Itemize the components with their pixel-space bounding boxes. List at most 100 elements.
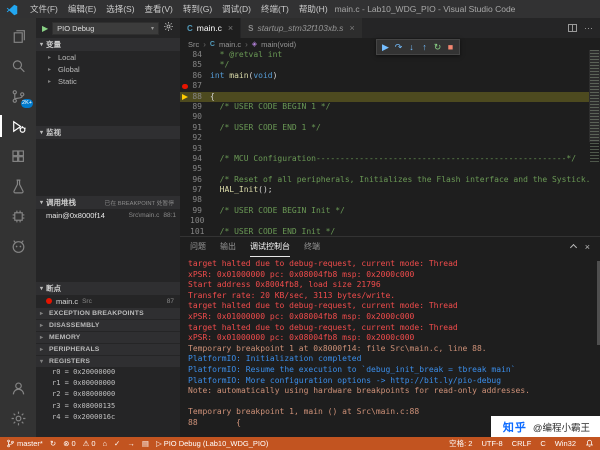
menu-item[interactable]: 帮助(H) [294,0,333,18]
account-icon[interactable] [0,373,36,403]
split-editor-icon[interactable] [568,24,577,32]
search-icon[interactable] [0,51,36,81]
close-tab-icon[interactable]: × [228,23,233,33]
error-count[interactable]: ⊗ 0 [63,439,75,448]
tab-output[interactable]: 输出 [220,237,236,257]
call-stack-section-header[interactable]: ▾ 调用堆栈 已在 BREAKPOINT 处暂停 [36,196,180,209]
branch-name: master* [17,439,43,448]
call-stack-frame[interactable]: main@0x8000f14 Src\main.c 88:1 [36,209,180,222]
close-tab-icon[interactable]: × [349,23,354,33]
pio-build-icon[interactable]: ✓ [114,439,120,448]
tab-debug-console[interactable]: 调试控制台 [250,237,290,257]
menu-item[interactable]: 终端(T) [256,0,294,18]
glyph-margin[interactable] [180,60,190,70]
breadcrumb-symbol[interactable]: main(void) [261,40,296,49]
register-row[interactable]: r0 = 0x20000000 [36,367,180,378]
collapsed-section-header[interactable]: ▸ DISASSEMBLY [36,319,180,331]
maximize-panel-icon[interactable] [569,243,577,251]
collapsed-section-header[interactable]: ▸ EXCEPTION BREAKPOINTS [36,307,180,319]
glyph-margin[interactable] [180,50,190,60]
notifications-bell-icon[interactable] [585,439,594,448]
tab-terminal[interactable]: 终端 [304,237,320,257]
platform-status[interactable]: Win32 [555,439,576,448]
breakpoint-glyph-margin[interactable] [180,81,190,91]
step-over-button[interactable]: ↷ [392,40,405,54]
code-editor[interactable]: 84 * @retval int 85 */86 int main(void) 87 8… [180,50,589,236]
test-beaker-icon[interactable] [0,171,36,201]
eol-status[interactable]: CRLF [512,439,532,448]
glyph-margin[interactable] [180,123,190,133]
glyph-margin[interactable] [180,206,190,216]
glyph-margin[interactable] [180,227,190,236]
warning-count[interactable]: ⚠ 0 [83,439,96,448]
continue-button[interactable]: ▶ [379,40,392,54]
menu-item[interactable]: 查看(V) [140,0,178,18]
variables-item-local[interactable]: ▸ Local [36,51,180,63]
glyph-margin[interactable] [180,133,190,143]
register-row[interactable]: r3 = 0x08000135 [36,401,180,412]
pio-home-icon[interactable]: ⌂ [103,439,108,448]
menu-item[interactable]: 调试(D) [217,0,256,18]
minimap-slider[interactable] [589,50,600,142]
tab-startup-asm[interactable]: S startup_stm32f103xb.s × [241,18,363,38]
settings-gear-icon[interactable] [0,403,36,433]
peripherals-chip-icon[interactable] [0,201,36,231]
glyph-margin[interactable] [180,71,190,81]
glyph-margin[interactable] [180,164,190,174]
glyph-margin[interactable] [180,144,190,154]
breakpoint-dot-icon[interactable] [182,83,188,90]
glyph-margin[interactable] [180,216,190,226]
registers-section-header[interactable]: ▾ REGISTERS [36,355,180,367]
explorer-icon[interactable] [0,21,36,51]
glyph-margin[interactable] [180,154,190,164]
minimap[interactable] [589,50,600,236]
tab-main-c[interactable]: C main.c × [180,18,242,38]
step-into-button[interactable]: ↓ [405,40,418,54]
breakpoint-list-item[interactable]: main.c Src 87 [36,295,180,307]
run-and-debug-icon[interactable] [0,111,36,141]
execution-glyph-margin[interactable] [180,92,190,102]
register-row[interactable]: r2 = 0x08000000 [36,389,180,400]
restart-button[interactable]: ↻ [431,40,444,54]
glyph-margin[interactable] [180,102,190,112]
variables-item-global[interactable]: ▸ Global [36,63,180,75]
menu-item[interactable]: 选择(S) [101,0,139,18]
debug-status[interactable]: ▷ PIO Debug (Lab10_WDG_PIO) [156,439,268,448]
watch-section-header[interactable]: ▾ 监视 [36,126,180,139]
tab-problems[interactable]: 问题 [190,237,206,257]
glyph-margin[interactable] [180,195,190,205]
breadcrumb-file[interactable]: main.c [219,40,241,49]
breadcrumb-folder[interactable]: Src [188,40,199,49]
encoding-status[interactable]: UTF-8 [481,439,502,448]
menu-item[interactable]: 编辑(E) [63,0,101,18]
source-control-icon[interactable]: 2K+ [0,81,36,111]
start-debugging-icon[interactable]: ▶ [42,24,48,33]
pio-upload-icon[interactable]: → [127,439,135,448]
git-branch-status[interactable]: master* [6,439,43,448]
platformio-icon[interactable] [0,231,36,261]
glyph-margin[interactable] [180,112,190,122]
menu-item[interactable]: 文件(F) [25,0,63,18]
stop-button[interactable]: ■ [444,40,457,54]
indentation-status[interactable]: 空格: 2 [449,438,472,449]
glyph-margin[interactable] [180,185,190,195]
launch-config-select[interactable]: PIO Debug ▾ [52,21,159,35]
variables-section-header[interactable]: ▾ 变量 [36,38,180,51]
variables-item-static[interactable]: ▸ Static [36,75,180,87]
menu-item[interactable]: 转到(G) [178,0,217,18]
debug-console-output[interactable]: target halted due to debug-request, curr… [180,257,596,437]
register-row[interactable]: r1 = 0x00000000 [36,378,180,389]
debug-settings-gear-icon[interactable] [163,19,174,37]
sync-icon[interactable]: ↻ [50,439,56,448]
more-actions-icon[interactable]: ⋯ [584,23,593,34]
register-row[interactable]: r4 = 0x2000016c [36,412,180,423]
extensions-icon[interactable] [0,141,36,171]
breakpoints-section-header[interactable]: ▾ 断点 [36,282,180,295]
glyph-margin[interactable] [180,175,190,185]
pio-terminal-icon[interactable]: ▤ [142,439,149,448]
collapsed-section-header[interactable]: ▸ PERIPHERALS [36,343,180,355]
collapsed-section-header[interactable]: ▸ MEMORY [36,331,180,343]
close-panel-icon[interactable]: × [585,242,590,252]
language-mode-status[interactable]: C [540,439,545,448]
step-out-button[interactable]: ↑ [418,40,431,54]
